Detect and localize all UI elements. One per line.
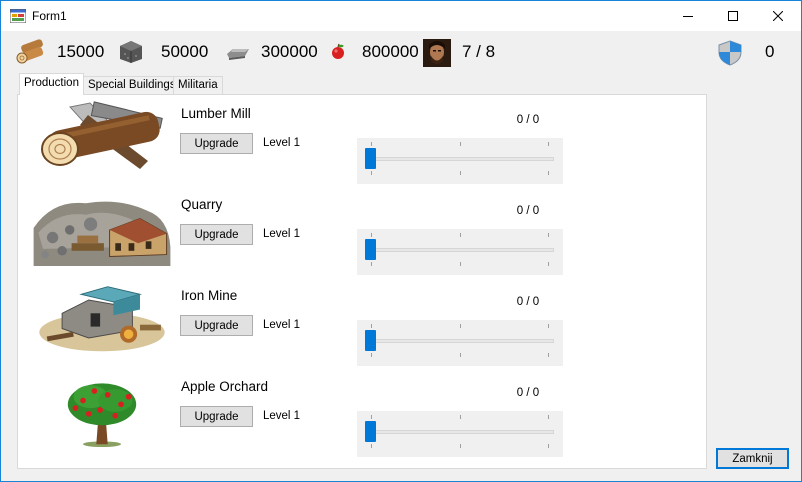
slider-track: [369, 430, 554, 434]
building-row-apple-orchard: Apple Orchard Upgrade Level 1 0 / 0: [18, 368, 706, 459]
worker-slider-iron-mine[interactable]: [357, 320, 563, 366]
shield-icon: [718, 40, 742, 66]
iron-mine-image: [39, 286, 165, 352]
building-name: Apple Orchard: [181, 379, 269, 394]
minimize-icon: [683, 16, 693, 17]
building-level: Level 1: [263, 137, 301, 149]
production-panel: Lumber Mill Upgrade Level 1 0 / 0 Quarry…: [17, 94, 707, 469]
worker-count: 0 / 0: [516, 205, 540, 217]
close-icon: [773, 11, 783, 21]
lumber-mill-image: [41, 101, 163, 169]
resource-bar: 15000 50000 300000 800000 7 / 8 0: [1, 31, 801, 73]
building-name: Lumber Mill: [181, 106, 251, 121]
minimize-button[interactable]: [665, 1, 711, 31]
food-amount: 800000: [362, 42, 419, 61]
maximize-button[interactable]: [710, 1, 756, 31]
stone-amount: 50000: [161, 42, 209, 61]
upgrade-quarry-button[interactable]: Upgrade: [180, 224, 253, 245]
close-window-button[interactable]: [755, 1, 801, 31]
tab-special-buildings[interactable]: Special Buildings: [83, 76, 181, 94]
apple-orchard-image: [67, 383, 137, 448]
upgrade-iron-mine-button[interactable]: Upgrade: [180, 315, 253, 336]
upgrade-lumber-mill-button[interactable]: Upgrade: [180, 133, 253, 154]
upgrade-apple-orchard-button[interactable]: Upgrade: [180, 406, 253, 427]
building-name: Iron Mine: [181, 288, 238, 303]
building-row-iron-mine: Iron Mine Upgrade Level 1 0 / 0: [18, 277, 706, 368]
apple-icon: [332, 43, 344, 59]
defense-amount: 0: [765, 42, 775, 61]
title-bar: Form1: [1, 1, 801, 31]
tab-production[interactable]: Production: [19, 73, 84, 95]
building-level: Level 1: [263, 319, 301, 331]
building-row-quarry: Quarry Upgrade Level 1 0 / 0: [18, 186, 706, 277]
slider-thumb[interactable]: [365, 239, 376, 260]
slider-track: [369, 157, 554, 161]
main-window: Form1 15000 50000 300000 800000 7 / 8 0 …: [0, 0, 802, 482]
stone-block-icon: [120, 41, 142, 63]
building-name: Quarry: [181, 197, 223, 212]
iron-ingot-icon: [227, 49, 249, 60]
slider-track: [369, 248, 554, 252]
worker-count: 0 / 0: [516, 296, 540, 308]
slider-thumb[interactable]: [365, 148, 376, 169]
population-count: 7 / 8: [462, 42, 496, 61]
worker-slider-quarry[interactable]: [357, 229, 563, 275]
building-level: Level 1: [263, 228, 301, 240]
slider-track: [369, 339, 554, 343]
building-row-lumber-mill: Lumber Mill Upgrade Level 1 0 / 0: [18, 95, 706, 186]
worker-count: 0 / 0: [516, 114, 540, 126]
wood-amount: 15000: [57, 42, 105, 61]
iron-amount: 300000: [261, 42, 318, 61]
building-level: Level 1: [263, 410, 301, 422]
slider-thumb[interactable]: [365, 330, 376, 351]
window-title: Form1: [32, 9, 67, 23]
maximize-icon: [728, 11, 738, 21]
quarry-image: [33, 201, 171, 266]
form-app-icon: [10, 9, 26, 23]
wood-logs-icon: [16, 39, 44, 64]
slider-thumb[interactable]: [365, 421, 376, 442]
worker-slider-lumber-mill[interactable]: [357, 138, 563, 184]
tab-militaria[interactable]: Militaria: [173, 76, 223, 94]
worker-portrait-icon: [423, 39, 451, 67]
worker-count: 0 / 0: [516, 387, 540, 399]
close-form-button[interactable]: Zamknij: [716, 448, 789, 469]
worker-slider-apple-orchard[interactable]: [357, 411, 563, 457]
